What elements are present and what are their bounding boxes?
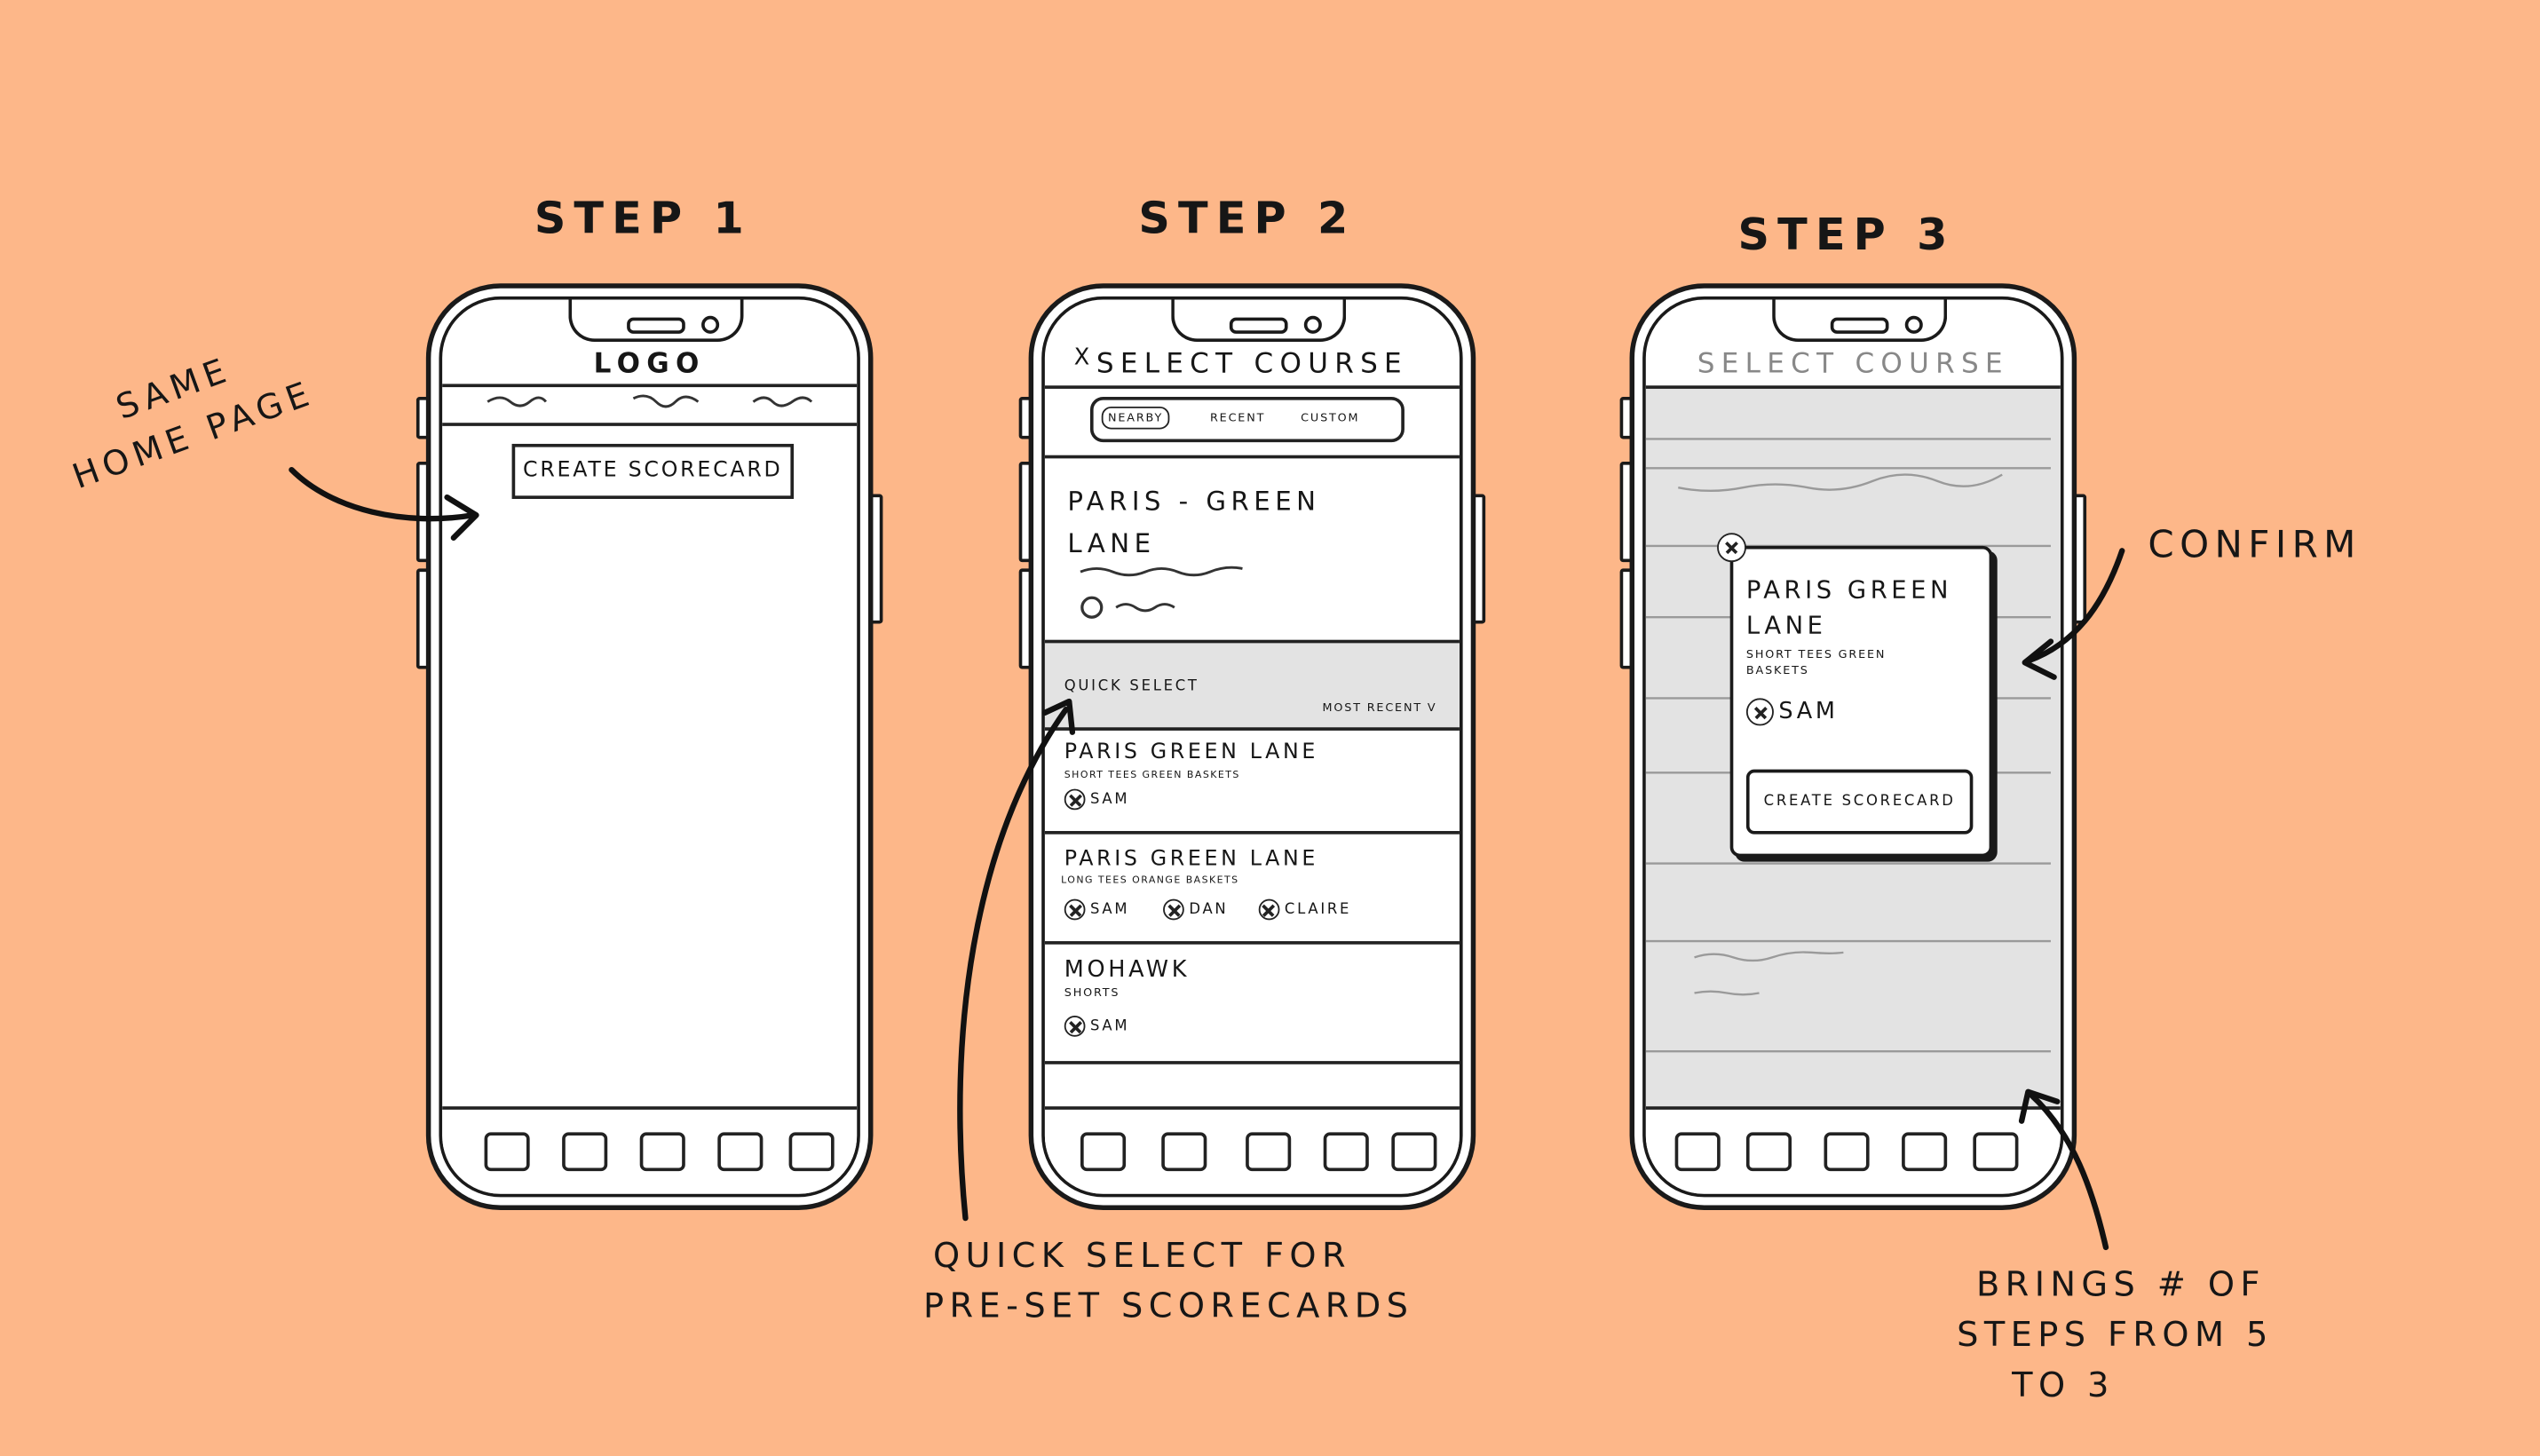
create-scorecard-button[interactable]: CREATE SCORECARD [1745,769,1974,835]
item-detail: SHORTS [1064,986,1120,1000]
brings-steps-line-1: BRINGS # OF [1976,1265,2266,1304]
tab-icon[interactable] [1745,1132,1792,1172]
player-name: CLAIRE [1284,902,1352,919]
tab-icon[interactable] [484,1132,530,1172]
segment-control: NEARBY RECENT CUSTOM [1089,397,1405,443]
screen: SELECT COURSE PARIS GREEN LANE SHORT TEE… [1642,296,2064,1198]
sort-dropdown[interactable]: MOST RECENT V [1323,701,1437,715]
player-name: SAM [1778,699,1839,725]
player-remove-icon [1163,898,1184,921]
player-name: SAM [1089,1018,1130,1035]
same-home-page-note: SAME HOME PAGE [49,321,321,502]
tab-icon[interactable] [1824,1132,1870,1172]
step-2-title: STEP 2 [1138,194,1357,245]
quick-select-header: QUICK SELECT MOST RECENT V [1044,639,1460,731]
confirm-note: CONFIRM [2148,525,2362,567]
player-remove-icon [1064,898,1086,921]
modal-detail-line-1: SHORT TEES GREEN [1745,647,1887,661]
tab-icon[interactable] [562,1132,608,1172]
item-name: MOHAWK [1064,957,1191,984]
tab-icon[interactable] [1391,1132,1437,1172]
quick-select-item[interactable]: PARIS GREEN LANE SHORT TEES GREEN BASKET… [1044,727,1460,835]
item-detail: LONG TEES ORANGE BASKETS [1061,874,1239,887]
tab-icon[interactable] [788,1132,835,1172]
tab-icon[interactable] [1674,1132,1721,1172]
player-name: DAN [1189,902,1229,919]
camera [701,315,720,334]
modal-name-line-2: LANE [1745,610,1827,640]
item-players: SAM [1064,1016,1130,1037]
quick-select-item[interactable]: MOHAWK SHORTS SAM [1044,945,1460,1064]
step-1-title: STEP 1 [534,194,752,245]
logo: LOGO [593,348,706,381]
speaker [627,317,685,334]
featured-scribbles [1080,566,1243,619]
tab-icon[interactable] [1902,1132,1948,1172]
tab-bar [1044,1106,1460,1194]
brings-steps-line-2: STEPS FROM 5 [1957,1315,2274,1355]
tab-icon[interactable] [1161,1132,1207,1172]
tab-bar [442,1106,858,1194]
item-name: PARIS GREEN LANE [1064,740,1319,765]
quick-select-line-1: QUICK SELECT FOR [932,1236,1351,1275]
item-players: SAM DAN CLAIRE [1064,898,1352,921]
brings-steps-note: BRINGS # OF STEPS FROM 5 TO 3 [1957,1261,2274,1412]
tab-icon[interactable] [1246,1132,1292,1172]
select-course-title: SELECT COURSE [1096,348,1408,381]
item-detail: SHORT TEES GREEN BASKETS [1064,769,1240,781]
screen: LOGO CREATE SCORECARD [439,296,860,1198]
nav-scribbles [487,394,813,408]
quick-select-item[interactable]: PARIS GREEN LANE LONG TEES ORANGE BASKET… [1044,835,1460,945]
quick-select-label: QUICK SELECT [1064,678,1199,695]
modal-player: SAM [1745,698,1839,726]
sketch-canvas: STEP 1 STEP 2 STEP 3 SAME HOME PAGE QUIC… [0,0,2540,1456]
modal-course-name: PARIS GREEN LANE [1746,572,1952,643]
tab-icon[interactable] [639,1132,685,1172]
item-name: PARIS GREEN LANE [1064,847,1319,872]
player-remove-icon [1064,788,1086,811]
tab-icon[interactable] [1973,1132,2019,1172]
player-remove-icon [1258,898,1280,921]
modal-detail-line-2: BASKETS [1745,664,1809,677]
player-remove-icon [1064,1016,1086,1037]
brings-steps-line-3: TO 3 [2012,1365,2115,1405]
player-remove-icon[interactable] [1745,698,1774,726]
tab-icon[interactable] [1323,1132,1369,1172]
phone-step-1: LOGO CREATE SCORECARD [415,283,883,1210]
modal-name-line-1: PARIS GREEN [1745,574,1953,605]
confirm-modal: PARIS GREEN LANE SHORT TEES GREEN BASKET… [1729,545,1993,858]
select-course-title: SELECT COURSE [1697,348,2009,381]
phone-step-2: X SELECT COURSE NEARBY RECENT CUSTOM PAR… [1018,283,1486,1210]
screen: X SELECT COURSE NEARBY RECENT CUSTOM PAR… [1041,296,1463,1198]
modal-course-detail: SHORT TEES GREEN BASKETS [1746,646,1886,678]
tab-custom[interactable]: CUSTOM [1301,411,1359,424]
player-name: SAM [1089,792,1130,809]
tab-bar [1645,1106,2061,1194]
phone-step-3: SELECT COURSE PARIS GREEN LANE SHORT TEE… [1619,283,2087,1210]
tab-nearby[interactable]: NEARBY [1101,406,1170,430]
item-players: SAM [1064,788,1130,811]
quick-select-note: QUICK SELECT FOR PRE-SET SCORECARDS [923,1231,1413,1332]
tab-icon[interactable] [717,1132,764,1172]
quick-select-line-2: PRE-SET SCORECARDS [923,1286,1414,1325]
featured-name-line-1: PARIS - GREEN [1067,486,1321,518]
close-modal-icon[interactable] [1717,530,1751,562]
tab-icon[interactable] [1080,1132,1127,1172]
player-name: SAM [1089,902,1130,919]
step-3-title: STEP 3 [1737,210,1956,261]
create-scorecard-button[interactable]: CREATE SCORECARD [511,443,795,499]
tab-recent[interactable]: RECENT [1210,411,1265,424]
featured-course[interactable]: PARIS - GREEN LANE [1067,481,1320,566]
